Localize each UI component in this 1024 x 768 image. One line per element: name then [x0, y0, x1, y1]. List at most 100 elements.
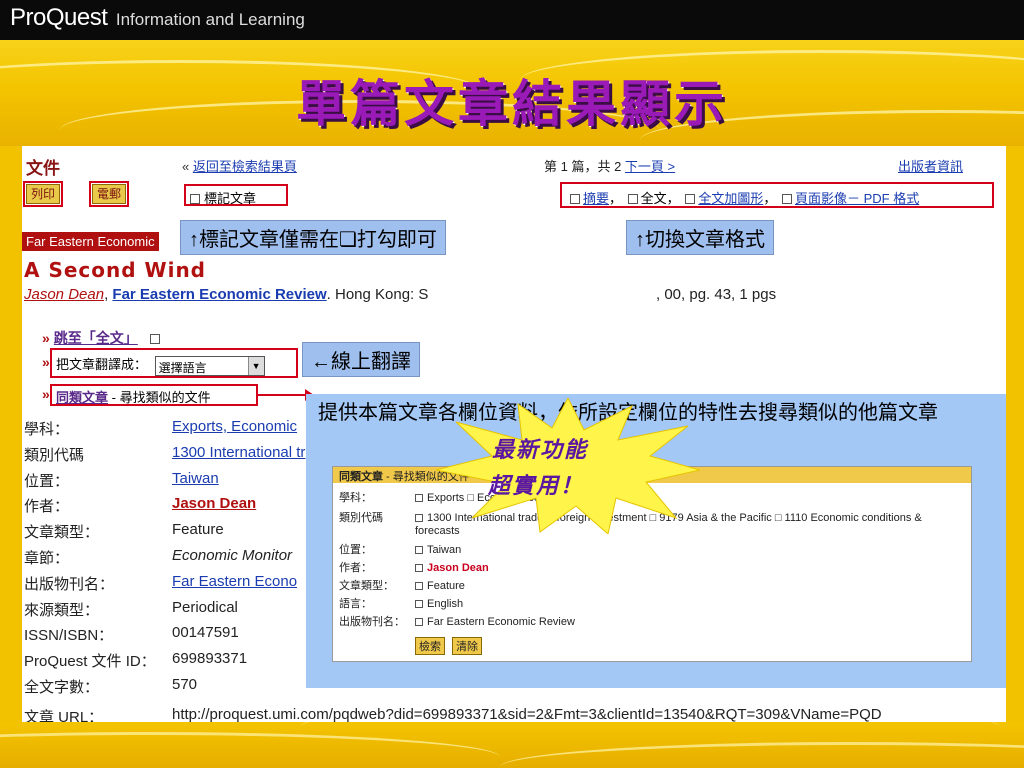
footer-band — [0, 722, 1024, 768]
format-tip-callout: ↑切換文章格式 — [626, 220, 774, 255]
search-button[interactable]: 檢索 — [415, 637, 445, 655]
similar-form-buttons: 檢索 清除 — [415, 637, 486, 655]
page-info: 第 1 篇，共 2 下一頁 > — [544, 156, 675, 175]
publication-link[interactable]: Far Eastern Economic Review — [112, 286, 326, 303]
field-value[interactable]: Far Eastern Econo — [172, 573, 297, 590]
field-label: 類別代碼 — [24, 447, 85, 464]
similar-form-title: 同類文章 — [339, 471, 383, 483]
field-label: ProQuest 文件 ID： — [24, 653, 156, 670]
field-value[interactable]: Jason Dean — [172, 495, 256, 512]
similar-checkbox[interactable] — [415, 494, 423, 502]
doc-label: 文件 — [26, 159, 60, 179]
field-value: 570 — [172, 676, 198, 693]
print-button[interactable]: 列印 — [22, 181, 64, 207]
brand-bar: ProQuest Information and Learning — [0, 0, 1024, 40]
similar-checkbox[interactable] — [415, 514, 423, 522]
field-value[interactable]: Taiwan — [172, 470, 219, 487]
similar-checkbox[interactable] — [415, 618, 423, 626]
similar-form-key: 語言： — [339, 598, 372, 610]
similar-articles[interactable]: 同類文章 - 尋找類似的文件 — [50, 384, 258, 406]
byline-pages: , 00, pg. 43, 1 pgs — [656, 286, 777, 303]
field-label: 位置： — [24, 473, 70, 490]
jump-fulltext[interactable]: » 跳至「全文」 — [42, 328, 164, 348]
brand-name: ProQuest — [10, 4, 108, 31]
article-url[interactable]: http://proquest.umi.com/pqdweb?did=69989… — [172, 706, 882, 722]
field-value: 699893371 — [172, 650, 248, 667]
field-label: 出版物刊名： — [24, 576, 115, 593]
starburst-badge — [436, 398, 700, 534]
jump-fulltext-link[interactable]: 跳至「全文」 — [54, 330, 138, 346]
clear-button[interactable]: 清除 — [452, 637, 483, 655]
similar-form-key: 位置： — [339, 544, 372, 556]
similar-form-row: 位置： Taiwan — [339, 541, 461, 557]
similar-link[interactable]: 同類文章 — [56, 390, 108, 405]
similar-checkbox[interactable] — [415, 582, 423, 590]
author-link[interactable]: Jason Dean — [24, 286, 104, 303]
url-label: 文章 URL： — [24, 709, 104, 722]
similar-form-row: 出版物刊名： Far Eastern Economic Review — [339, 613, 575, 629]
url-row: 文章 URL： http://proquest.umi.com/pqdweb?d… — [24, 706, 882, 722]
language-select[interactable]: 選擇語言 ▼ — [154, 355, 265, 376]
language-select-value: 選擇語言 — [158, 360, 207, 375]
next-page-link[interactable]: 下一頁 > — [625, 159, 675, 174]
page-count: 第 1 篇，共 2 — [544, 159, 622, 174]
similar-checkbox[interactable] — [415, 546, 423, 554]
field-label: ISSN/ISBN： — [24, 627, 114, 644]
similar-form-key: 出版物刊名： — [339, 616, 405, 628]
proquest-logo: ProQuest Information and Learning — [10, 4, 305, 32]
mark-article[interactable]: 標記文章 — [184, 184, 288, 206]
field-value: Periodical — [172, 599, 238, 616]
back-to-results[interactable]: « 返回至檢索結果頁 — [182, 156, 297, 175]
mark-tip-callout: ↑標記文章僅需在❏打勾即可 — [180, 220, 446, 255]
email-button[interactable]: 電郵 — [88, 181, 130, 207]
pointer-arrow — [258, 389, 314, 401]
graphics-icon — [685, 194, 696, 204]
translate-label: 把文章翻譯成： — [56, 357, 148, 372]
similar-form-key: 作者： — [339, 562, 372, 574]
starburst-line2: 超實用！ — [488, 473, 585, 499]
pdf-icon — [781, 194, 792, 204]
similar-form-key: 文章類型： — [339, 580, 394, 592]
starburst-line1: 最新功能 — [492, 437, 589, 463]
similar-form-row: 作者： Jason Dean — [339, 559, 489, 575]
article-byline: Jason Dean, Far Eastern Economic Review.… — [24, 286, 428, 303]
similar-checkbox[interactable] — [415, 564, 423, 572]
format-switcher: 摘要， 全文， 全文加圖形， 頁面影像－ PDF 格式 — [560, 182, 994, 208]
field-label: 全文字數： — [24, 679, 100, 696]
field-value: 00147591 — [172, 624, 239, 641]
format-sep: ， — [763, 191, 777, 206]
byline-location: . Hong Kong: S — [326, 286, 429, 303]
similar-form-row: 語言： English — [339, 595, 463, 611]
fulltext-graphics-link[interactable]: 全文加圖形 — [698, 191, 763, 206]
back-link[interactable]: 返回至檢索結果頁 — [193, 159, 297, 174]
chevron-down-icon[interactable]: ▼ — [247, 356, 264, 375]
page-image-link[interactable]: 頁面影像－ PDF 格式 — [795, 191, 919, 206]
similar-form-key: 學科： — [339, 492, 372, 504]
publisher-info-link[interactable]: 出版者資訊 — [898, 156, 963, 175]
article-headline: A Second Wind — [24, 258, 206, 282]
field-label: 文章類型： — [24, 524, 100, 541]
similar-form-value: English — [427, 598, 464, 610]
similar-checkbox[interactable] — [415, 600, 423, 608]
field-label: 來源類型： — [24, 602, 100, 619]
mark-checkbox[interactable] — [190, 194, 200, 204]
field-value: Economic Monitor — [172, 547, 293, 564]
bullet-arrow: » — [42, 330, 50, 346]
similar-form-value: Taiwan — [427, 544, 462, 556]
mark-label: 標記文章 — [204, 191, 257, 206]
similar-form-value: Far Eastern Economic Review — [427, 616, 575, 628]
field-value[interactable]: Exports, Economic — [172, 418, 297, 435]
slide-title: 單篇文章結果顯示 — [296, 74, 728, 133]
field-value[interactable]: 1300 International tr — [172, 444, 305, 461]
translate-tip-callout: ←線上翻譯 — [302, 342, 420, 377]
fulltext-label[interactable]: 全文 — [641, 191, 667, 206]
similar-form-value: Jason Dean — [427, 562, 489, 574]
back-prefix: « — [182, 159, 190, 174]
field-label: 學科： — [24, 421, 70, 438]
format-sep: ， — [609, 191, 623, 206]
abstract-link[interactable]: 摘要 — [583, 191, 609, 206]
translate-control: 把文章翻譯成： 選擇語言 ▼ — [50, 348, 298, 378]
journal-logo: Far Eastern Economic — [22, 232, 159, 251]
similar-form-value: Feature — [427, 580, 465, 592]
field-label: 作者： — [24, 498, 70, 515]
